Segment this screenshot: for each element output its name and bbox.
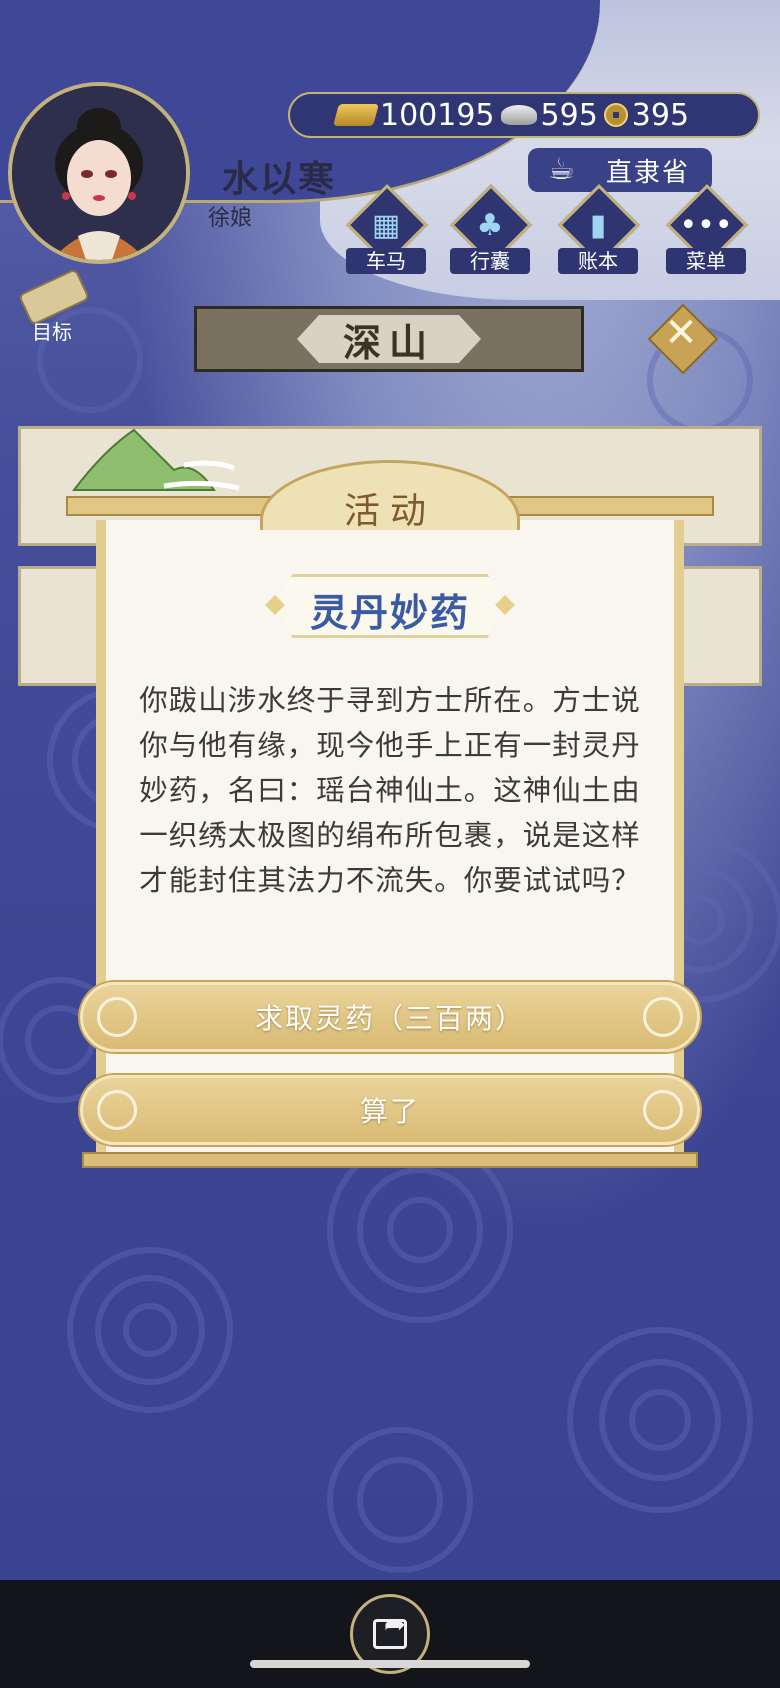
cloud-ornament-icon [97, 1090, 137, 1130]
menu-label: 菜单 [666, 248, 746, 274]
close-icon: ✕ [664, 310, 698, 356]
carriage-icon: ▦ [371, 208, 401, 243]
dialog-title: 活动 [343, 491, 436, 532]
avatar[interactable] [8, 82, 190, 264]
location-button[interactable]: ☕ 直隶省 [528, 148, 712, 192]
event-title-frame: 灵丹妙药 [262, 574, 518, 644]
silver-amount: 595 [540, 97, 598, 133]
cloud-ornament-icon [643, 1090, 683, 1130]
player-name: 水以寒 [222, 159, 337, 200]
menu-button-ledger[interactable]: ▮ 账本 [550, 183, 646, 282]
ledger-icon: ▮ [589, 208, 607, 243]
menu-button-bag[interactable]: ♣ 行囊 [442, 183, 538, 282]
menu-button-carriage[interactable]: ▦ 车马 [338, 183, 434, 282]
share-icon: ➦ [373, 1610, 407, 1649]
dialog-footer [82, 1152, 698, 1168]
mortar-icon: ☕ [548, 152, 577, 187]
menu-button-menu[interactable]: ••• 菜单 [658, 183, 754, 282]
area-name: 深山 [297, 315, 481, 363]
menu-label: 行囊 [450, 248, 530, 274]
choice-label: 求取灵药（三百两） [254, 1002, 525, 1035]
bag-icon: ♣ [476, 208, 504, 243]
currency-bar: 100195 595 395 [288, 92, 760, 138]
gold-ingot-icon [333, 104, 379, 126]
portrait-image [12, 86, 186, 260]
close-button[interactable]: ✕ [647, 303, 719, 375]
location-name: 直隶省 [605, 157, 690, 188]
cloud-ornament-icon [97, 997, 137, 1037]
decline-button[interactable]: 算了 [80, 1075, 700, 1145]
menu-label: 账本 [558, 248, 638, 274]
coin-amount: 395 [631, 97, 690, 133]
event-description: 你跋山涉水终于寻到方士所在。方士说你与他有缘，现今他手上正有一封灵丹妙药，名曰：… [139, 684, 641, 897]
home-indicator[interactable] [250, 1660, 530, 1668]
dialog-header: 活动 [66, 460, 714, 540]
silver-ingot-icon [500, 105, 537, 125]
area-banner: 深山 [194, 306, 584, 372]
cloud-ornament-icon [643, 997, 683, 1037]
menu-dots-icon: ••• [679, 208, 733, 243]
copper-coin-icon [603, 103, 628, 127]
choice-label: 算了 [359, 1095, 420, 1128]
player-rank: 徐娘 [208, 206, 253, 231]
menu-label: 车马 [346, 248, 426, 274]
goal-label: 目标 [32, 320, 72, 344]
event-title: 灵丹妙药 [309, 591, 470, 635]
goal-button[interactable]: 目标 [10, 268, 100, 346]
gold-amount: 100195 [380, 97, 495, 133]
seek-medicine-button[interactable]: 求取灵药（三百两） [80, 982, 700, 1052]
